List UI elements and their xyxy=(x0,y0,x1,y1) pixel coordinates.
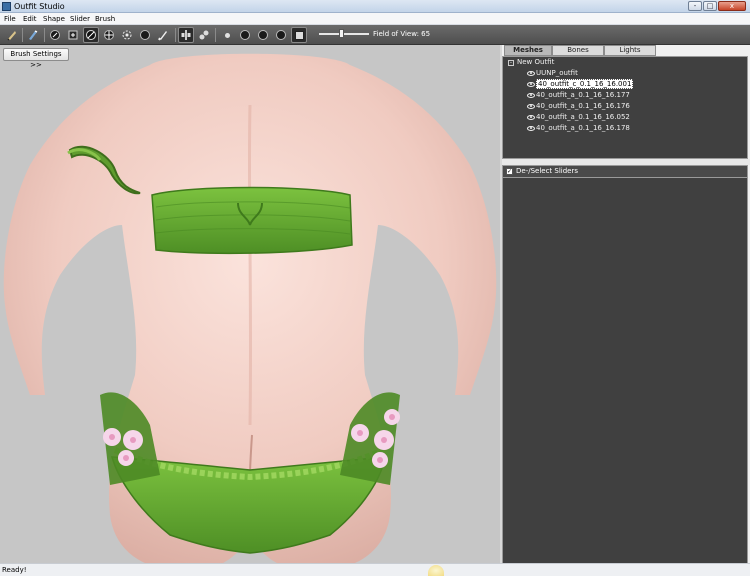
brush-size-l-icon[interactable] xyxy=(273,27,289,43)
menu-file[interactable]: File xyxy=(3,14,17,24)
taskbar-glow-icon xyxy=(428,565,444,576)
toolbar-separator xyxy=(44,28,45,42)
window-title: Outfit Studio xyxy=(14,2,65,11)
toolbar-separator xyxy=(175,28,176,42)
tree-root-label: New Outfit xyxy=(517,58,555,66)
tree-item-label: UUNP_outfit xyxy=(536,69,578,77)
tree-item-label: 40_outfit_a_0.1_16_16.176 xyxy=(536,102,630,110)
fov-slider-thumb[interactable] xyxy=(339,29,344,38)
tree-item[interactable]: 40_outfit_a_0.1_16_16.177 xyxy=(527,90,630,100)
visibility-eye-icon[interactable] xyxy=(527,114,535,120)
3d-viewport[interactable] xyxy=(0,45,500,563)
smooth-brush-icon[interactable] xyxy=(119,27,135,43)
deflate-brush-icon[interactable] xyxy=(83,27,99,43)
sliders-panel[interactable] xyxy=(502,178,748,563)
status-text: Ready! xyxy=(2,566,27,574)
menu-shape[interactable]: Shape xyxy=(42,14,66,24)
fov-slider-track[interactable] xyxy=(319,33,369,35)
visibility-eye-icon[interactable] xyxy=(527,92,535,98)
tree-item[interactable]: 40_outfit_c_0.1_16_16.001 xyxy=(527,79,634,89)
title-bar: Outfit Studio - □ x xyxy=(0,0,750,13)
select-sliders-label: De-/Select Sliders xyxy=(516,167,579,175)
fov-label: Field of View: 65 xyxy=(373,30,431,38)
tab-bones[interactable]: Bones xyxy=(552,45,604,56)
brush-settings-button[interactable]: Brush Settings >> xyxy=(3,48,69,69)
menu-brush[interactable]: Brush xyxy=(94,14,116,24)
tree-item-label: 40_outfit_a_0.1_16_16.178 xyxy=(536,124,630,132)
toolbar-separator xyxy=(215,28,216,42)
tree-item[interactable]: 40_outfit_a_0.1_16_16.178 xyxy=(527,123,630,133)
tree-item-label: 40_outfit_c_0.1_16_16.001 xyxy=(536,79,634,89)
transform-tool-icon[interactable] xyxy=(25,27,41,43)
visibility-eye-icon[interactable] xyxy=(527,103,535,109)
select-sliders-checkbox[interactable]: ✓ xyxy=(506,168,513,175)
model-render xyxy=(3,53,497,563)
tree-item[interactable]: 40_outfit_a_0.1_16_16.176 xyxy=(527,101,630,111)
panel-tabs: Meshes Bones Lights xyxy=(502,45,750,56)
color-brush-icon[interactable] xyxy=(155,27,171,43)
view-cube-icon[interactable] xyxy=(291,27,307,43)
tree-root[interactable]: New Outfit xyxy=(517,57,554,67)
collapse-icon[interactable]: - xyxy=(508,60,514,66)
brush-size-xs-icon[interactable] xyxy=(219,27,235,43)
visibility-eye-icon[interactable] xyxy=(527,70,535,76)
tree-item[interactable]: UUNP_outfit xyxy=(527,68,578,78)
visibility-eye-icon[interactable] xyxy=(527,125,535,131)
sliders-header: ✓ De-/Select Sliders xyxy=(502,165,748,178)
mask-brush-icon[interactable] xyxy=(47,27,63,43)
close-button[interactable]: x xyxy=(718,1,746,11)
inflate-brush-icon[interactable] xyxy=(65,27,81,43)
menu-edit[interactable]: Edit xyxy=(22,14,38,24)
app-icon xyxy=(2,2,11,11)
tab-meshes[interactable]: Meshes xyxy=(504,45,552,56)
visibility-eye-icon[interactable] xyxy=(527,81,535,87)
menu-bar: File Edit Shape Slider Brush xyxy=(0,13,750,25)
toolbar-separator xyxy=(22,28,23,42)
move-brush-icon[interactable] xyxy=(101,27,117,43)
brush-size-s-icon[interactable] xyxy=(237,27,253,43)
mirror-x-icon[interactable] xyxy=(178,27,194,43)
tree-item[interactable]: 40_outfit_a_0.1_16_16.052 xyxy=(527,112,630,122)
status-bar: Ready! xyxy=(0,563,750,576)
maximize-button[interactable]: □ xyxy=(703,1,717,11)
tab-lights[interactable]: Lights xyxy=(604,45,656,56)
mesh-tree[interactable]: - New Outfit UUNP_outfit 40_outfit_c_0.1… xyxy=(502,56,748,159)
tree-item-label: 40_outfit_a_0.1_16_16.177 xyxy=(536,91,630,99)
weight-brush-icon[interactable] xyxy=(137,27,153,43)
connected-only-icon[interactable] xyxy=(196,27,212,43)
minimize-button[interactable]: - xyxy=(688,1,702,11)
tree-item-label: 40_outfit_a_0.1_16_16.052 xyxy=(536,113,630,121)
menu-slider[interactable]: Slider xyxy=(69,14,91,24)
brush-size-m-icon[interactable] xyxy=(255,27,271,43)
select-tool-icon[interactable] xyxy=(4,27,20,43)
